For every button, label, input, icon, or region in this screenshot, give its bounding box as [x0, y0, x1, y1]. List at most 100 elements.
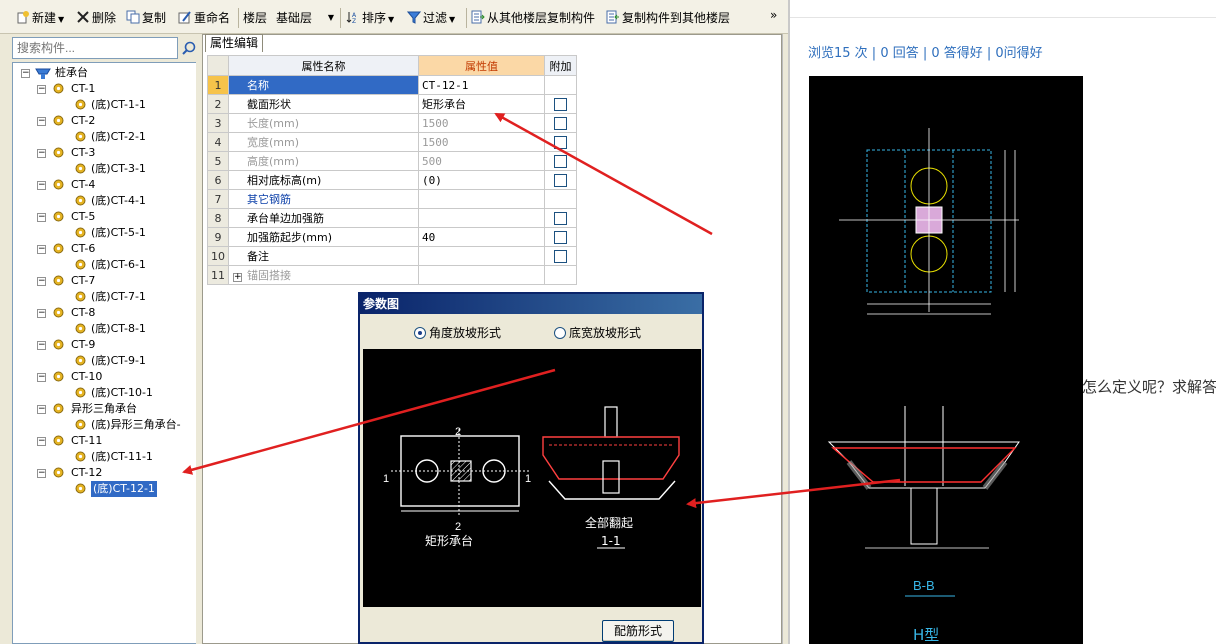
- cad-pile: [910, 487, 938, 545]
- property-value-cell[interactable]: 1500: [418, 113, 545, 133]
- tree-collapse-icon[interactable]: −: [37, 469, 46, 478]
- extra-checkbox[interactable]: [554, 249, 567, 263]
- radio-angle-slope[interactable]: 角度放坡形式: [414, 324, 501, 341]
- extra-checkbox[interactable]: [554, 173, 567, 187]
- tree-group-label: CT-11: [71, 434, 103, 447]
- sort-icon: AZ: [346, 12, 357, 24]
- tree-collapse-icon[interactable]: −: [37, 277, 46, 286]
- property-name-text: 备注: [247, 250, 269, 263]
- property-value-cell[interactable]: 1500: [418, 132, 545, 152]
- property-row[interactable]: 4 宽度(mm) 1500: [207, 132, 577, 152]
- tree-group-label: CT-8: [71, 306, 96, 319]
- tree-collapse-icon[interactable]: −: [37, 149, 46, 158]
- tree-collapse-icon[interactable]: −: [37, 309, 46, 318]
- gear-icon: [53, 147, 64, 158]
- gear-icon: [75, 483, 86, 494]
- property-row[interactable]: 8 承台单边加强筋: [207, 208, 577, 228]
- property-row[interactable]: 11 + 锚固搭接: [207, 265, 577, 285]
- property-row[interactable]: 6 相对底标高(m) (0): [207, 170, 577, 190]
- property-value-cell[interactable]: (0): [418, 170, 545, 190]
- extra-checkbox[interactable]: [554, 211, 567, 225]
- row-number: 2: [207, 94, 229, 114]
- component-panel: −桩承台−CT-1(底)CT-1-1−CT-2(底)CT-2-1−CT-3(底)…: [6, 34, 202, 644]
- row-number: 8: [207, 208, 229, 228]
- property-value-cell[interactable]: [418, 246, 545, 266]
- row-number: 4: [207, 132, 229, 152]
- more-tools-button[interactable]: »: [770, 6, 777, 24]
- tree-collapse-icon[interactable]: −: [37, 437, 46, 446]
- pile-circle: [482, 459, 506, 483]
- radio-width-slope[interactable]: 底宽放坡形式: [554, 324, 641, 341]
- application-window: 新建 ▼ 删除 复制 重命名 楼层 基础层 ▼ A Z 排序 ▼ 过滤 ▼ 从其他楼层复制构…: [0, 0, 788, 644]
- property-row[interactable]: 9 加强筋起步(mm) 40: [207, 227, 577, 247]
- property-row[interactable]: 2 截面形状 矩形承台: [207, 94, 577, 114]
- cap-parameter-svg: 2 2 1 1 矩形承台 全部翻起 1-1: [383, 406, 680, 549]
- copy-icon: [126, 10, 140, 24]
- extra-checkbox[interactable]: [554, 116, 567, 130]
- sort-button[interactable]: A Z 排序 ▼: [346, 9, 394, 27]
- property-row[interactable]: 1 名称 CT-12-1: [207, 75, 577, 95]
- rename-button[interactable]: 重命名: [178, 9, 230, 27]
- extra-checkbox[interactable]: [554, 135, 567, 149]
- row-number: 3: [207, 113, 229, 133]
- gear-icon: [75, 355, 86, 366]
- tree-collapse-icon[interactable]: −: [37, 85, 46, 94]
- property-extra-cell: [544, 265, 577, 285]
- floor-select[interactable]: 基础层 ▼: [276, 9, 336, 27]
- gear-icon: [53, 467, 64, 478]
- property-row[interactable]: 10 备注: [207, 246, 577, 266]
- tree-group-label: CT-1: [71, 82, 96, 95]
- tree-collapse-icon[interactable]: −: [37, 117, 46, 126]
- tree-collapse-icon[interactable]: −: [37, 245, 46, 254]
- tree-leaf-label: (底)CT-7-1: [91, 290, 146, 303]
- tree-leaf-label: (底)CT-8-1: [91, 322, 146, 335]
- property-row[interactable]: 5 高度(mm) 500: [207, 151, 577, 171]
- chevron-down-icon: ▼: [58, 15, 65, 24]
- tree-group-label: CT-4: [71, 178, 96, 191]
- extra-checkbox[interactable]: [554, 230, 567, 244]
- tree-collapse-icon[interactable]: −: [21, 69, 30, 78]
- gear-icon: [75, 99, 86, 110]
- parameter-drawing: 2 2 1 1 矩形承台 全部翻起 1-1: [363, 349, 701, 607]
- property-value-cell[interactable]: 矩形承台: [418, 94, 545, 114]
- rebar-form-button[interactable]: 配筋形式: [602, 620, 674, 642]
- delete-button[interactable]: 删除: [76, 9, 116, 27]
- tree-group-label: CT-12: [71, 466, 103, 479]
- tab-property-edit[interactable]: 属性编辑: [205, 34, 263, 52]
- property-value-cell[interactable]: CT-12-1: [418, 75, 545, 95]
- toolbar-separator: [238, 8, 239, 28]
- property-row[interactable]: 3 长度(mm) 1500: [207, 113, 577, 133]
- tree-collapse-icon[interactable]: −: [37, 373, 46, 382]
- tree-collapse-icon[interactable]: −: [37, 213, 46, 222]
- gear-icon: [53, 403, 64, 414]
- tree-collapse-icon[interactable]: −: [37, 341, 46, 350]
- property-value-cell[interactable]: [418, 208, 545, 228]
- filter-button[interactable]: 过滤 ▼: [407, 9, 455, 27]
- tree-leaf-label: (底)CT-10-1: [91, 386, 153, 399]
- gear-icon: [75, 451, 86, 462]
- tree-leaf-label: (底)CT-1-1: [91, 98, 146, 111]
- tree-root-label: 桩承台: [55, 66, 88, 79]
- copy-to-floor-button[interactable]: 复制构件到其他楼层: [606, 9, 730, 27]
- property-value-cell[interactable]: 500: [418, 151, 545, 171]
- extra-checkbox[interactable]: [554, 97, 567, 111]
- tree-leaf-label: (底)CT-3-1: [91, 162, 146, 175]
- section-rebar-red: [542, 436, 680, 480]
- copy-from-floor-button[interactable]: 从其他楼层复制构件: [471, 9, 595, 27]
- property-name-cell: 高度(mm): [228, 151, 419, 171]
- section-base-line: [548, 480, 676, 500]
- tree-collapse-icon[interactable]: −: [37, 181, 46, 190]
- delete-icon: [77, 11, 89, 23]
- copy-button[interactable]: 复制: [126, 9, 166, 27]
- cad-drawing-image[interactable]: B-B H型: [809, 76, 1083, 644]
- expand-icon[interactable]: +: [233, 273, 242, 282]
- new-button[interactable]: 新建 ▼: [16, 9, 64, 27]
- copy-label: 复制: [142, 11, 167, 25]
- property-row[interactable]: 7 其它钢筋: [207, 189, 577, 209]
- extra-checkbox[interactable]: [554, 154, 567, 168]
- property-value-cell[interactable]: [418, 189, 545, 209]
- tree-collapse-icon[interactable]: −: [37, 405, 46, 414]
- property-value-cell[interactable]: 40: [418, 227, 545, 247]
- search-input[interactable]: [12, 37, 178, 59]
- property-value-cell[interactable]: [418, 265, 545, 285]
